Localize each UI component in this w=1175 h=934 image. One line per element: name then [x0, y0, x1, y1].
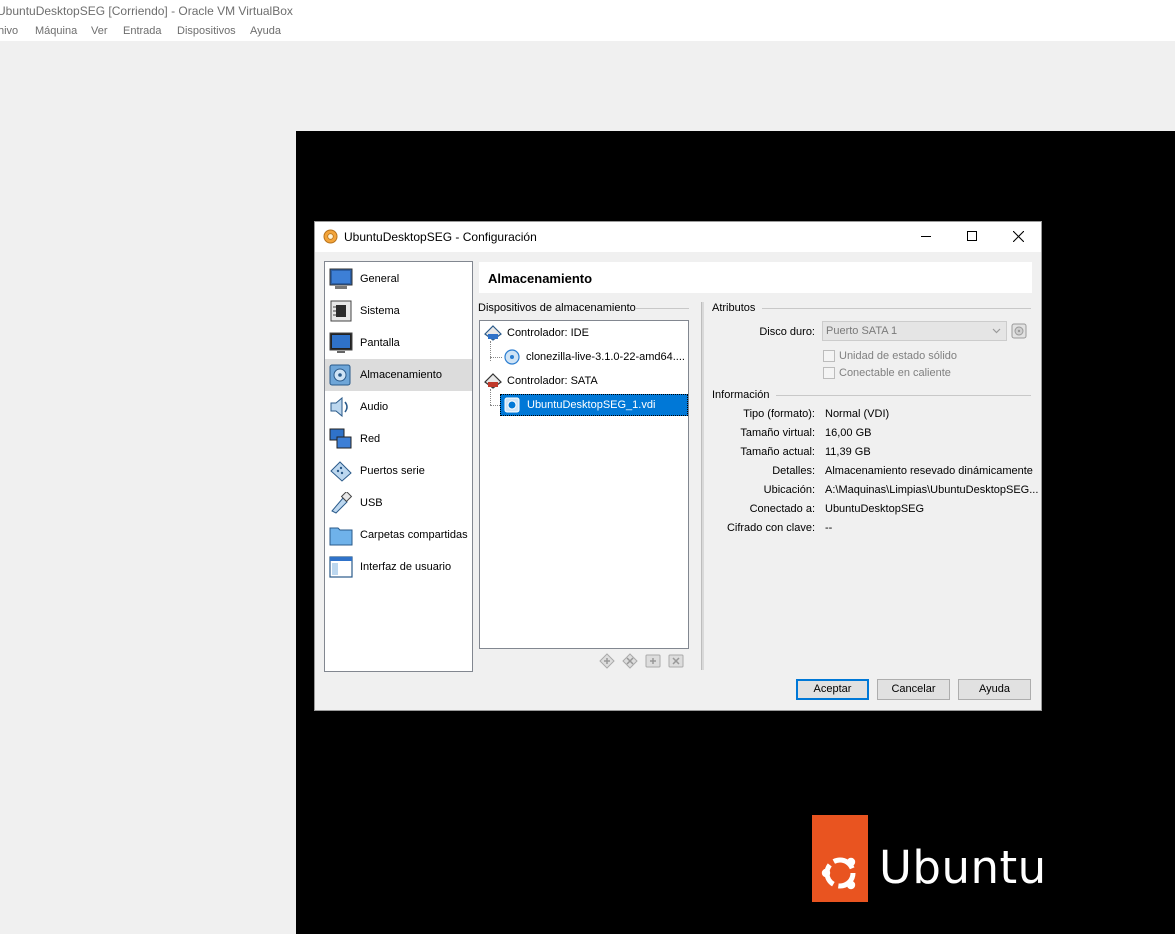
divider: [636, 308, 689, 309]
accept-button[interactable]: Aceptar: [796, 679, 869, 700]
host-window-title: UbuntuDesktopSEG [Corriendo] - Oracle VM…: [0, 0, 1175, 22]
info-value-details: Almacenamiento resevado dinámicamente: [825, 465, 1033, 477]
nav-item-interfaz-de-usuario[interactable]: Interfaz de usuario: [325, 551, 472, 583]
menu-archivo[interactable]: hivo: [0, 25, 18, 37]
usb-icon: [331, 492, 353, 514]
tree-item-sata-controller[interactable]: Controlador: SATA: [480, 371, 688, 391]
tree-item-ide-controller[interactable]: Controlador: IDE: [480, 323, 688, 343]
hard-disk-icon: [504, 397, 520, 413]
info-group-label: Información: [712, 389, 770, 401]
menu-entrada[interactable]: Entrada: [123, 25, 162, 37]
minimize-button[interactable]: [903, 222, 949, 252]
info-label-location: Ubicación:: [763, 484, 815, 496]
sata-controller-icon: [484, 373, 502, 389]
hotplug-label: Conectable en caliente: [839, 367, 951, 379]
info-value-location: A:\Maquinas\Limpias\UbuntuDesktopSEG...: [825, 484, 1039, 496]
divider: [776, 395, 1031, 396]
info-label-type: Tipo (formato):: [743, 408, 815, 420]
menu-ayuda[interactable]: Ayuda: [250, 25, 281, 37]
ssd-checkbox[interactable]: [823, 350, 835, 362]
display-icon: [329, 332, 353, 353]
chevron-down-icon: [992, 328, 1001, 334]
shared-folder-icon: [329, 527, 353, 546]
virtualbox-gear-icon: [323, 229, 338, 244]
settings-category-list: General Sistema Pantalla Almacenamiento …: [324, 261, 473, 672]
info-value-encryption: --: [825, 522, 833, 534]
info-value-actual-size: 11,39 GB: [825, 446, 871, 458]
general-icon: [329, 268, 353, 289]
info-value-attached-to: UbuntuDesktopSEG: [825, 503, 925, 515]
dialog-title: UbuntuDesktopSEG - Configuración: [344, 230, 537, 244]
info-value-virtual-size: 16,00 GB: [825, 427, 872, 439]
help-button[interactable]: Ayuda: [958, 679, 1031, 700]
remove-attachment-icon[interactable]: [668, 653, 684, 669]
menu-ver[interactable]: Ver: [91, 25, 108, 37]
network-icon: [329, 428, 352, 449]
divider: [762, 308, 1031, 309]
section-header: Almacenamiento: [479, 262, 1032, 293]
nav-item-puertos-serie[interactable]: Puertos serie: [325, 455, 472, 487]
host-menubar: hivo Máquina Ver Entrada Dispositivos Ay…: [0, 22, 1175, 41]
close-button[interactable]: [995, 222, 1041, 252]
storage-icon: [329, 364, 351, 386]
system-icon: [330, 300, 352, 322]
settings-dialog: UbuntuDesktopSEG - Configuración General…: [315, 222, 1041, 710]
menu-maquina[interactable]: Máquina: [35, 25, 77, 37]
nav-item-pantalla[interactable]: Pantalla: [325, 327, 472, 359]
nav-item-red[interactable]: Red: [325, 423, 472, 455]
hotplug-checkbox[interactable]: [823, 367, 835, 379]
disk-slot-label: Disco duro:: [759, 326, 815, 338]
tree-item-hard-disk[interactable]: UbuntuDesktopSEG_1.vdi: [480, 395, 688, 415]
tree-item-optical-disk[interactable]: clonezilla-live-3.1.0-22-amd64....: [480, 347, 688, 367]
storage-tree[interactable]: Controlador: IDE clonezilla-live-3.1.0-2…: [479, 320, 689, 649]
nav-item-usb[interactable]: USB: [325, 487, 472, 519]
choose-disk-icon[interactable]: [1011, 322, 1027, 340]
audio-icon: [330, 396, 348, 418]
menu-dispositivos[interactable]: Dispositivos: [177, 25, 236, 37]
nav-item-audio[interactable]: Audio: [325, 391, 472, 423]
info-label-virtual-size: Tamaño virtual:: [740, 427, 815, 439]
info-label-encryption: Cifrado con clave:: [726, 522, 815, 534]
maximize-button[interactable]: [949, 222, 995, 252]
nav-item-general[interactable]: General: [325, 263, 472, 295]
add-attachment-icon[interactable]: [645, 653, 661, 669]
info-label-actual-size: Tamaño actual:: [740, 446, 815, 458]
ssd-label: Unidad de estado sólido: [839, 350, 958, 362]
disk-slot-select[interactable]: Puerto SATA 1: [822, 321, 1007, 341]
ide-controller-icon: [484, 325, 502, 341]
attributes-group-label: Atributos: [712, 302, 756, 314]
storage-devices-group-label: Dispositivos de almacenamiento: [478, 302, 636, 314]
info-label-details: Detalles:: [772, 465, 815, 477]
section-title: Almacenamiento: [488, 271, 593, 286]
serial-port-icon: [330, 461, 352, 482]
nav-item-sistema[interactable]: Sistema: [325, 295, 472, 327]
info-label-attached-to: Conectado a:: [749, 503, 815, 515]
nav-item-carpetas-compartidas[interactable]: Carpetas compartidas: [325, 519, 472, 551]
nav-item-almacenamiento[interactable]: Almacenamiento: [325, 359, 472, 391]
remove-controller-icon[interactable]: [622, 653, 638, 669]
ubuntu-wordmark: Ubuntu: [879, 841, 1047, 894]
ubuntu-logo-icon: [812, 815, 868, 902]
cancel-button[interactable]: Cancelar: [877, 679, 950, 700]
dialog-titlebar: UbuntuDesktopSEG - Configuración: [315, 222, 1041, 252]
optical-disc-icon: [504, 349, 520, 365]
info-value-type: Normal (VDI): [825, 408, 890, 420]
user-interface-icon: [329, 556, 353, 578]
add-controller-icon[interactable]: [599, 653, 615, 669]
